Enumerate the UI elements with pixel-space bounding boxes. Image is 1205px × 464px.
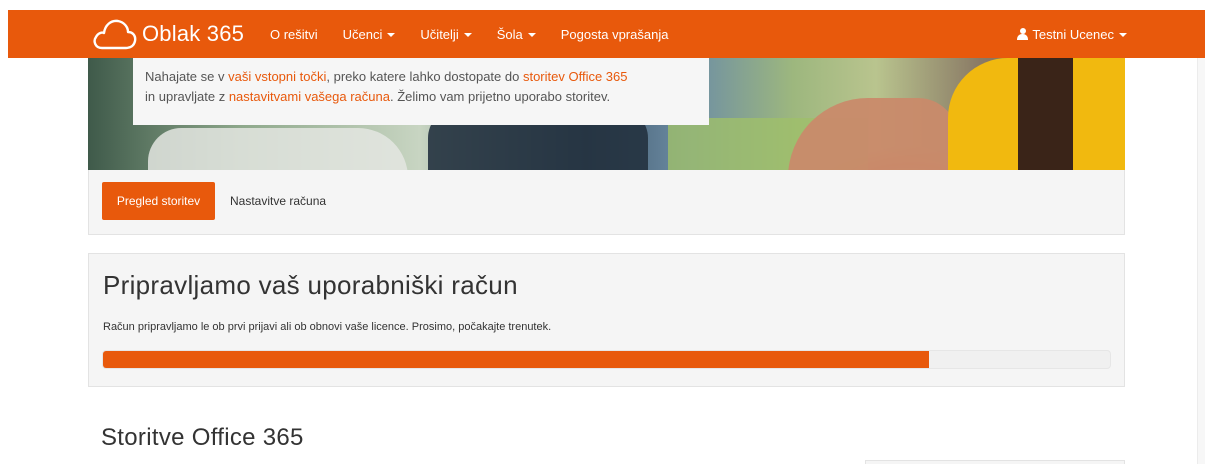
scrollbar[interactable] bbox=[1197, 58, 1205, 464]
chevron-down-icon bbox=[1119, 33, 1127, 37]
tab-nastavitve-racuna[interactable]: Nastavitve računa bbox=[230, 182, 326, 220]
main-nav: O rešitvi Učenci Učitelji Šola Pogosta v… bbox=[270, 10, 693, 58]
link-vstopna-tocka[interactable]: vaši vstopni točki bbox=[228, 69, 326, 84]
progress-bar-fill bbox=[103, 351, 929, 368]
nav-item-o-resitvi[interactable]: O rešitvi bbox=[270, 27, 318, 42]
services-heading: Storitve Office 365 bbox=[101, 424, 304, 451]
cloud-icon bbox=[93, 19, 137, 50]
user-name: Testni Ucenec bbox=[1032, 26, 1114, 42]
link-storitve-office365[interactable]: storitev Office 365 bbox=[523, 69, 628, 84]
panel-description: Račun pripravljamo le ob prvi prijavi al… bbox=[103, 321, 552, 333]
brand-logo[interactable]: Oblak 365 bbox=[92, 10, 244, 58]
tab-pregled-storitev[interactable]: Pregled storitev bbox=[102, 182, 215, 220]
brand-name: Oblak 365 bbox=[142, 21, 245, 46]
nav-item-ucitelji[interactable]: Učitelji bbox=[420, 27, 472, 42]
progress-bar bbox=[102, 350, 1111, 369]
account-setup-panel: Pripravljamo vaš uporabniški račun Račun… bbox=[88, 253, 1125, 387]
user-icon bbox=[1017, 28, 1029, 40]
nav-item-ucenci[interactable]: Učenci bbox=[343, 27, 396, 42]
link-nastavitve-racuna[interactable]: nastavitvami vašega računa bbox=[229, 89, 390, 104]
welcome-message: Nahajate se v vaši vstopni točki, preko … bbox=[133, 58, 709, 125]
chevron-down-icon bbox=[527, 33, 536, 37]
top-navbar: Oblak 365 O rešitvi Učenci Učitelji Šola… bbox=[8, 10, 1205, 58]
panel-title: Pripravljamo vaš uporabniški račun bbox=[103, 270, 518, 300]
user-menu[interactable]: Testni Ucenec bbox=[1017, 10, 1127, 58]
nav-item-sola[interactable]: Šola bbox=[497, 27, 536, 42]
nav-item-pogosta-vprasanja[interactable]: Pogosta vprašanja bbox=[561, 27, 669, 42]
tabs-panel: Pregled storitev Nastavitve računa bbox=[88, 170, 1125, 235]
chevron-down-icon bbox=[463, 33, 472, 37]
chevron-down-icon bbox=[387, 33, 396, 37]
side-card bbox=[865, 460, 1125, 464]
